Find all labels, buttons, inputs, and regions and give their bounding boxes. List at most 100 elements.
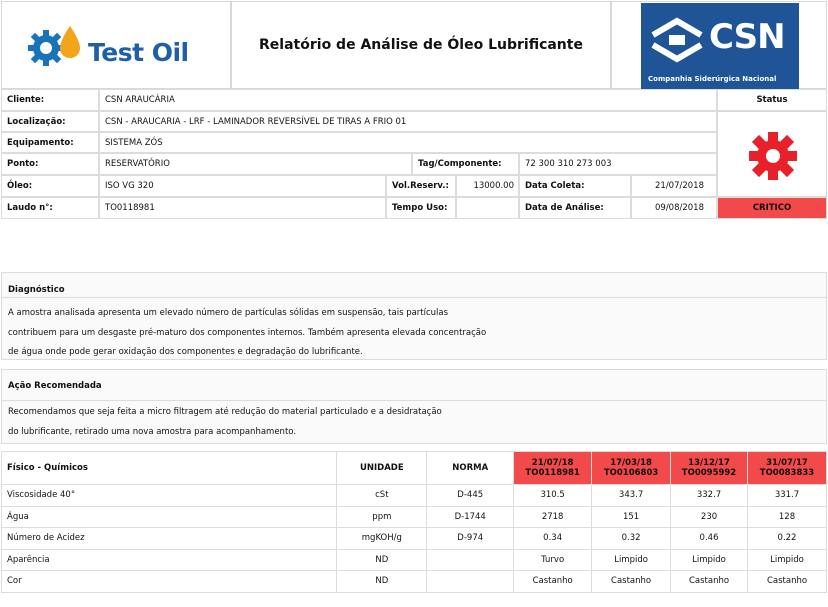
param-name-cell: Número de Acidez xyxy=(0,527,338,550)
param-name-cell: Água xyxy=(0,505,338,528)
csn-symbol-icon xyxy=(651,17,703,63)
tempo-uso-label: Tempo Uso: xyxy=(386,197,456,219)
value-cell: Castanho xyxy=(591,570,672,593)
param-name-cell: Aparência xyxy=(0,548,338,571)
unit-cell: ND xyxy=(336,548,428,571)
norm-cell xyxy=(426,570,515,593)
acao-text: Recomendamos que seja feita a micro filt… xyxy=(8,407,442,437)
sample-header-3: 13/12/17 TO0095992 xyxy=(670,451,748,485)
value-cell: 0.32 xyxy=(591,527,672,550)
header-csn-box: CSN Companhia Siderúrgica Nacional xyxy=(611,1,827,89)
laudo-value: TO0118981 xyxy=(99,197,386,219)
diagnostico-text: A amostra analisada apresenta um elevado… xyxy=(8,308,487,357)
value-cell: Turvo xyxy=(513,548,593,571)
norm-cell xyxy=(426,548,515,571)
gear-icon xyxy=(749,132,797,180)
sample-laudo: TO0095992 xyxy=(681,468,737,478)
data-analise-value: 09/08/2018 xyxy=(631,197,717,219)
value-cell: Limpido xyxy=(670,548,748,571)
param-name-cell: Cor xyxy=(0,570,338,593)
value-cell: 332.7 xyxy=(670,484,748,507)
page-title: Relatório de Análise de Óleo Lubrificant… xyxy=(259,37,583,53)
value-cell: 343.7 xyxy=(591,484,672,507)
sample-header-4: 31/07/17 TO0083833 xyxy=(747,451,827,485)
sample-header-2: 17/03/18 TO0106803 xyxy=(591,451,672,485)
table-row: Aparência ND Turvo Limpido Limpido Limpido xyxy=(0,548,827,571)
value-cell: 310.5 xyxy=(513,484,593,507)
csn-logo: CSN Companhia Siderúrgica Nacional xyxy=(641,3,799,89)
norm-cell: D-1744 xyxy=(426,505,515,528)
sample-date: 31/07/17 xyxy=(766,458,808,468)
sample-laudo: TO0106803 xyxy=(603,468,659,478)
sample-date: 21/07/18 xyxy=(531,458,574,468)
value-cell: 0.34 xyxy=(513,527,593,550)
data-coleta-value: 21/07/2018 xyxy=(631,175,717,197)
norm-cell: D-974 xyxy=(426,527,515,550)
norm-cell: D-445 xyxy=(426,484,515,507)
col-param-header: Físico - Químicos xyxy=(0,451,338,485)
diagnostico-section: Diagnóstico A amostra analisada apresent… xyxy=(1,272,827,360)
unit-cell: cSt xyxy=(336,484,428,507)
testoil-logo-icon xyxy=(28,26,80,66)
tag-label: Tag/Componente: xyxy=(412,153,519,175)
tag-value: 72 300 310 273 003 xyxy=(519,153,717,175)
localizacao-label: Localização: xyxy=(1,111,99,132)
unit-cell: mgKOH/g xyxy=(336,527,428,550)
sample-header-1: 21/07/18 TO0118981 xyxy=(513,451,593,485)
oleo-value: ISO VG 320 xyxy=(99,175,386,197)
value-cell: 0.46 xyxy=(670,527,748,550)
value-cell: Limpido xyxy=(591,548,672,571)
equipamento-label: Equipamento: xyxy=(1,132,99,153)
acao-divider xyxy=(1,400,827,401)
value-cell: Castanho xyxy=(670,570,748,593)
sample-date: 13/12/17 xyxy=(688,458,730,468)
value-cell: Castanho xyxy=(513,570,593,593)
equipamento-value: SISTEMA ZÓS xyxy=(99,132,717,153)
header-logo-box: Test Oil xyxy=(1,1,231,89)
table-row: Número de Acidez mgKOH/g D-974 0.34 0.32 0.46… xyxy=(0,527,827,550)
acao-section: Ação Recomendada Recomendamos que seja f… xyxy=(1,369,827,444)
unit-cell: ND xyxy=(336,570,428,593)
testoil-logo-text: Test Oil xyxy=(88,38,189,67)
ponto-value: RESERVATÓRIO xyxy=(99,153,412,175)
diagnostico-divider xyxy=(1,297,827,298)
param-name-cell: Viscosidade 40° xyxy=(0,484,338,507)
sample-laudo: TO0118981 xyxy=(525,468,580,478)
value-cell: 331.7 xyxy=(747,484,827,507)
csn-subtitle: Companhia Siderúrgica Nacional xyxy=(648,75,777,83)
volreserv-label: Vol.Reserv.: xyxy=(386,175,456,197)
localizacao-value: CSN - ARAUCARIA - LRF - LAMINADOR REVERS… xyxy=(99,111,717,132)
col-unit-header: UNIDADE xyxy=(336,451,428,485)
data-analise-label: Data de Análise: xyxy=(519,197,631,219)
value-cell: 2718 xyxy=(513,505,593,528)
table-row: Viscosidade 40° cSt D-445 310.5 343.7 332.7 33… xyxy=(0,484,827,507)
cliente-label: Cliente: xyxy=(1,89,99,111)
acao-title: Ação Recomendada xyxy=(8,381,102,391)
value-cell: 128 xyxy=(747,505,827,528)
status-icon-box xyxy=(717,111,827,197)
value-cell: Limpido xyxy=(747,548,827,571)
ponto-label: Ponto: xyxy=(1,153,99,175)
value-cell: 230 xyxy=(670,505,748,528)
sample-laudo: TO0083833 xyxy=(759,468,815,478)
value-cell: 0.22 xyxy=(747,527,827,550)
table-row: Cor ND Castanho Castanho Castanho Castanho xyxy=(0,570,827,593)
unit-cell: ppm xyxy=(336,505,428,528)
table-row: Água ppm D-1744 2718 151 230 128 xyxy=(0,505,827,528)
value-cell: 151 xyxy=(591,505,672,528)
csn-logo-text: CSN xyxy=(709,17,786,57)
laudo-label: Laudo n°: xyxy=(1,197,99,219)
status-label: Status xyxy=(717,89,827,111)
oleo-label: Óleo: xyxy=(1,175,99,197)
header-title-box: Relatório de Análise de Óleo Lubrificant… xyxy=(231,1,611,89)
volreserv-value: 13000.00 xyxy=(456,175,519,197)
cliente-value: CSN ARAUCÁRIA xyxy=(99,89,717,111)
diagnostico-title: Diagnóstico xyxy=(8,285,65,295)
tempo-uso-value xyxy=(456,197,519,219)
col-norm-header: NORMA xyxy=(426,451,515,485)
data-coleta-label: Data Coleta: xyxy=(519,175,631,197)
status-badge: CRITICO xyxy=(717,197,827,219)
value-cell: Castanho xyxy=(747,570,827,593)
results-table: Físico - Químicos UNIDADE NORMA 21/07/18… xyxy=(0,451,827,593)
results-header-row: Físico - Químicos UNIDADE NORMA 21/07/18… xyxy=(0,451,827,485)
